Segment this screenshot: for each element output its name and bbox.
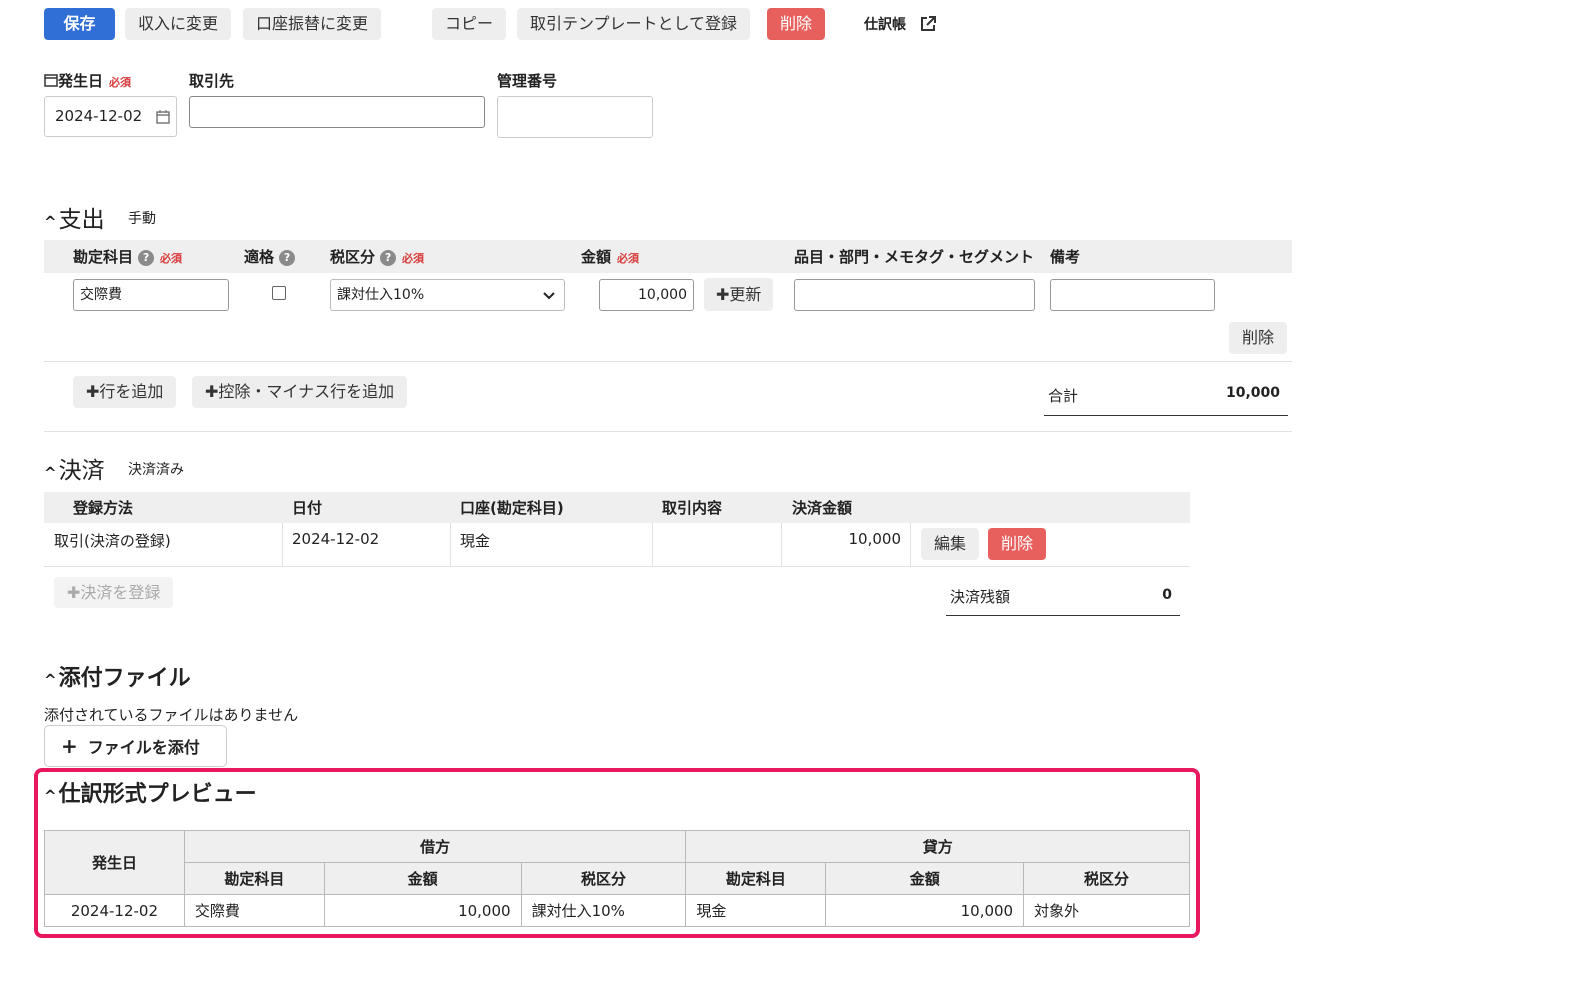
preview-date: 2024-12-02 — [44, 894, 185, 927]
amount-header: 金額 必須 — [581, 248, 640, 266]
credit-account-header: 勘定科目 — [685, 862, 827, 895]
tax-header: 税区分? 必須 — [330, 248, 425, 266]
manage-no-input[interactable] — [497, 96, 653, 138]
plus-icon: + — [61, 734, 78, 758]
calendar-icon — [44, 74, 58, 87]
remarks-header: 備考 — [1050, 248, 1081, 266]
update-button[interactable]: ✚更新 — [704, 278, 774, 311]
partner-label: 取引先 — [189, 72, 235, 90]
date-label: 発生日 必須 — [44, 70, 131, 91]
change-to-transfer-button[interactable]: 口座振替に変更 — [243, 8, 382, 40]
register-template-button[interactable]: 取引テンプレートとして登録 — [517, 8, 751, 40]
settlement-edit-button[interactable]: 編集 — [921, 528, 980, 560]
plus-icon: ✚ — [716, 285, 730, 304]
content-header: 取引内容 — [662, 499, 723, 517]
divider — [44, 566, 1190, 567]
settlement-section-title[interactable]: ^決済 — [44, 451, 105, 485]
save-button[interactable]: 保存 — [44, 8, 115, 40]
settlement-account: 現金 — [460, 532, 491, 550]
balance-value: 0 — [1162, 587, 1172, 603]
balance-label: 決済残額 — [950, 588, 1011, 606]
chevron-up-icon: ^ — [44, 787, 57, 805]
help-icon[interactable]: ? — [380, 250, 397, 266]
total-underline — [1044, 415, 1288, 416]
attachments-section-title[interactable]: ^添付ファイル — [44, 660, 191, 692]
plus-icon: ✚ — [205, 382, 219, 401]
chevron-up-icon: ^ — [44, 671, 57, 689]
row-delete-button[interactable]: 削除 — [1229, 322, 1288, 354]
item-segment-input[interactable] — [794, 279, 1035, 311]
balance-underline — [946, 615, 1180, 616]
settlement-status: 決済済み — [128, 462, 184, 478]
expense-mode: 手動 — [128, 211, 156, 227]
debit-header: 借方 — [183, 830, 687, 863]
preview-date-header: 発生日 — [44, 830, 185, 895]
settlement-delete-button[interactable]: 削除 — [988, 528, 1047, 560]
calendar-picker-icon[interactable] — [156, 110, 170, 124]
expense-header-band — [44, 240, 1292, 273]
add-row-button[interactable]: ✚行を追加 — [73, 376, 177, 408]
register-settlement-button[interactable]: ✚決済を登録 — [54, 577, 174, 608]
plus-icon: ✚ — [67, 583, 81, 602]
settlement-amount-header: 決済金額 — [792, 499, 853, 517]
journal-link-label: 仕訳帳 — [864, 17, 906, 33]
journal-preview-table: 発生日 借方 貸方 勘定科目 金額 税区分 勘定科目 金額 税区分 2024-1… — [44, 830, 1190, 927]
debit-tax-header: 税区分 — [520, 862, 687, 895]
preview-credit-amount: 10,000 — [825, 894, 1025, 927]
plus-icon: ✚ — [86, 382, 100, 401]
debit-amount-header: 金額 — [323, 862, 522, 895]
credit-tax-header: 税区分 — [1023, 862, 1190, 895]
date-input[interactable]: 2024-12-02 — [44, 96, 177, 137]
settlement-header-band — [44, 492, 1190, 523]
delete-button[interactable]: 削除 — [767, 8, 826, 40]
settlement-amount: 10,000 — [848, 530, 902, 548]
qualified-header: 適格? — [244, 246, 296, 267]
preview-debit-account: 交際費 — [183, 894, 325, 927]
total-value: 10,000 — [1225, 385, 1280, 401]
date-value: 2024-12-02 — [55, 107, 143, 125]
settlement-date: 2024-12-02 — [292, 530, 380, 548]
external-link-icon — [920, 16, 936, 31]
chevron-down-icon — [543, 292, 555, 300]
help-icon[interactable]: ? — [138, 250, 155, 266]
divider — [44, 361, 1292, 362]
change-to-income-button[interactable]: 収入に変更 — [125, 8, 232, 40]
table-row: 2024-12-02 交際費 10,000 課対仕入10% 現金 10,000 … — [44, 894, 1190, 927]
settlement-method: 取引(決済の登録) — [54, 532, 171, 550]
chevron-up-icon: ^ — [44, 464, 57, 482]
expense-section-title[interactable]: ^支出 — [44, 200, 105, 234]
settlement-date-header: 日付 — [292, 499, 323, 517]
no-attachments-text: 添付されているファイルはありません — [44, 706, 299, 724]
preview-debit-tax: 課対仕入10% — [520, 894, 687, 927]
partner-input[interactable] — [189, 96, 485, 128]
journal-link[interactable]: 仕訳帳 — [864, 14, 937, 34]
manage-no-label: 管理番号 — [497, 72, 558, 90]
qualified-checkbox[interactable] — [272, 286, 286, 300]
debit-account-header: 勘定科目 — [183, 862, 325, 895]
amount-input[interactable]: 10,000 — [599, 279, 694, 311]
method-header: 登録方法 — [73, 499, 134, 517]
add-deduction-row-button[interactable]: ✚控除・マイナス行を追加 — [192, 376, 408, 408]
divider — [44, 431, 1292, 432]
attach-file-button[interactable]: + ファイルを添付 — [44, 725, 227, 767]
required-badge: 必須 — [109, 76, 132, 89]
copy-button[interactable]: コピー — [432, 8, 507, 40]
preview-debit-amount: 10,000 — [323, 894, 522, 927]
total-label: 合計 — [1048, 387, 1079, 405]
preview-section-title[interactable]: ^仕訳形式プレビュー — [44, 776, 257, 808]
credit-amount-header: 金額 — [825, 862, 1025, 895]
chevron-up-icon: ^ — [44, 213, 57, 231]
tax-select[interactable]: 課対仕入10% — [330, 279, 565, 311]
credit-header: 貸方 — [685, 830, 1190, 863]
account-input[interactable]: 交際費 — [73, 279, 229, 311]
item-segment-header: 品目・部門・メモタグ・セグメント — [794, 248, 1035, 266]
settlement-account-header: 口座(勘定科目) — [460, 499, 564, 517]
preview-credit-account: 現金 — [685, 894, 827, 927]
account-header: 勘定科目? 必須 — [73, 248, 183, 266]
tax-select-value: 課対仕入10% — [337, 287, 425, 303]
help-icon[interactable]: ? — [279, 250, 296, 266]
preview-credit-tax: 対象外 — [1023, 894, 1190, 927]
remarks-input[interactable] — [1050, 279, 1215, 311]
